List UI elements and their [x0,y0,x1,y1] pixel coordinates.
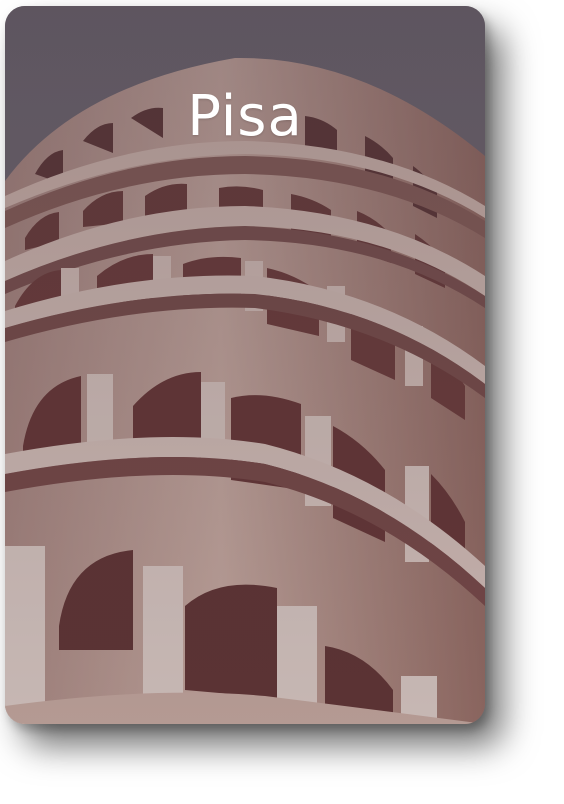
city-card[interactable]: Pisa [5,6,485,724]
card-title: Pisa [187,84,303,149]
